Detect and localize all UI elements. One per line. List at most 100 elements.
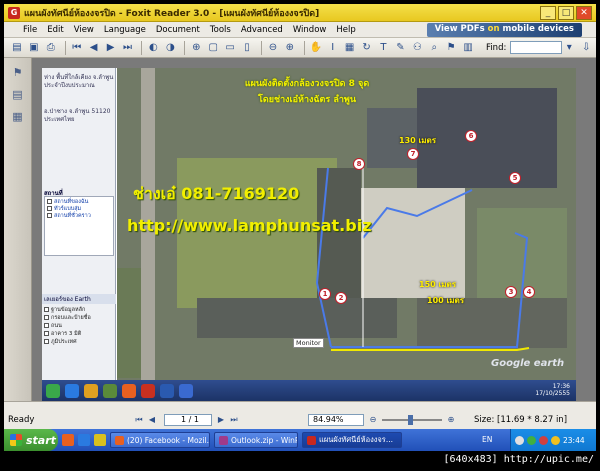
places-item-label: สถานที่ชั่วคราว — [54, 213, 91, 219]
tray-security-icon[interactable] — [539, 435, 548, 445]
menu-advanced[interactable]: Advanced — [236, 25, 288, 35]
layers-list: ฐานข้อมูลหลัก กรอบและป้ายชื่อ ถนน อาคาร … — [44, 306, 114, 346]
title-bar[interactable]: G แผนผังทัศนีย์ห้องงจรปิด - Foxit Reader… — [4, 4, 596, 22]
places-item-label: สถานที่ของฉัน — [54, 199, 89, 205]
zoom-level-field[interactable]: 84.94% — [308, 414, 364, 426]
hand-tool-icon[interactable]: ✋ — [309, 41, 323, 55]
layer-item: กรอบและป้ายชื่อ — [44, 314, 114, 322]
foxit-icon — [307, 435, 316, 445]
next-page-button[interactable]: ▶ — [216, 415, 226, 425]
prev-page-button[interactable]: ◀ — [147, 415, 157, 425]
search-icon[interactable]: ⌕ — [427, 41, 441, 55]
close-button[interactable]: ✕ — [576, 5, 592, 20]
properties-icon[interactable]: ▥ — [461, 41, 475, 55]
zoom-out-icon[interactable]: ⊖ — [266, 41, 280, 55]
camera-marker: 2 — [335, 292, 347, 304]
embedded-clock-time: 17:36 — [552, 383, 570, 390]
typewriter-icon[interactable]: T — [377, 41, 391, 55]
save-icon[interactable]: ▣ — [27, 41, 41, 55]
forward-icon[interactable]: ◑ — [163, 41, 177, 55]
zoom-in-icon[interactable]: ⊕ — [189, 41, 203, 55]
tray-volume-icon[interactable] — [551, 435, 560, 445]
system-tray: 23:44 — [510, 429, 596, 451]
promo-suffix: mobile devices — [499, 24, 574, 34]
open-icon[interactable]: ▤ — [10, 41, 24, 55]
menu-edit[interactable]: Edit — [42, 25, 68, 35]
status-bar: Ready ⏮ ◀ 1 / 1 ▶ ⏭ 84.94% ⊖ ⊕ Size: [11… — [4, 401, 596, 429]
task-facebook[interactable]: (20) Facebook - Mozil... — [110, 432, 210, 448]
task-label: (20) Facebook - Mozil... — [127, 435, 210, 445]
contact-phone: ช่างเอ๋ 081-7169120 — [133, 184, 300, 203]
layer-item-label: กรอบและป้ายชื่อ — [51, 315, 91, 321]
checkbox-icon — [44, 307, 49, 312]
menu-document[interactable]: Document — [151, 25, 205, 35]
last-page-icon[interactable]: ⏭ — [121, 41, 135, 55]
ie-quicklaunch-icon[interactable] — [78, 434, 90, 446]
task-foxit[interactable]: แผนผังทัศนีย์ห้องงจร... — [302, 432, 402, 448]
side-panel: ⚑ ▤ ▦ — [4, 58, 32, 401]
first-page-icon[interactable]: ⏮ — [70, 41, 84, 55]
bookmarks-panel-icon[interactable]: ⚑ — [10, 64, 26, 80]
prev-page-icon[interactable]: ◀ — [87, 41, 101, 55]
actual-size-icon[interactable]: ▯ — [240, 41, 254, 55]
layers-heading: เลเยอร์ของ Earth — [42, 294, 116, 304]
find-next-icon[interactable]: ⇩ — [579, 41, 593, 55]
embedded-taskbar: 17:36 17/10/2555 — [42, 380, 576, 401]
satellite-map: แผนผังติดตั้งกล้องวงจรปิด 8 จุด โดยช่างเ… — [117, 68, 576, 401]
taskbar-clock[interactable]: 23:44 — [563, 436, 585, 445]
trees — [117, 268, 141, 378]
screen-frame: G แผนผังทัศนีย์ห้องงจรปิด - Foxit Reader… — [0, 0, 600, 471]
map-title-line-2: โดยช่างเอ๋ห้างฉัตร ลำพูน — [258, 95, 356, 105]
page-number-field[interactable]: 1 / 1 — [164, 414, 212, 426]
tray-app-icon[interactable] — [515, 435, 524, 445]
ie-icon — [65, 383, 79, 398]
first-page-button[interactable]: ⏮ — [134, 415, 144, 425]
language-indicator[interactable]: EN — [482, 435, 492, 444]
menu-view[interactable]: View — [69, 25, 99, 35]
mobile-promo-banner[interactable]: View PDFs on mobile devices — [426, 23, 582, 37]
bookmark-icon[interactable]: ⚑ — [444, 41, 458, 55]
binoculars-icon[interactable]: ⚇ — [410, 41, 424, 55]
menu-tools[interactable]: Tools — [205, 25, 236, 35]
last-page-button[interactable]: ⏭ — [229, 415, 239, 425]
zoom-slider-thumb[interactable] — [408, 415, 413, 425]
fit-width-icon[interactable]: ▭ — [223, 41, 237, 55]
find-dropdown-icon[interactable]: ▾ — [562, 41, 576, 55]
next-page-icon[interactable]: ▶ — [104, 41, 118, 55]
foxit-icon: G — [8, 6, 20, 19]
snapshot-icon[interactable]: ▦ — [343, 41, 357, 55]
menu-file[interactable]: File — [18, 25, 42, 35]
distance-label: 100 เมตร — [427, 296, 464, 305]
minimize-button[interactable]: _ — [540, 5, 556, 20]
layers-panel-icon[interactable]: ▦ — [10, 108, 26, 124]
maximize-button[interactable]: □ — [558, 5, 574, 20]
rotate-icon[interactable]: ↻ — [360, 41, 374, 55]
task-winrar[interactable]: Outlook.zip - WinRAR — [214, 432, 298, 448]
find-input[interactable] — [510, 41, 563, 54]
menu-window[interactable]: Window — [288, 25, 332, 35]
checkbox-icon — [47, 199, 52, 204]
menu-language[interactable]: Language — [99, 25, 151, 35]
document-area[interactable]: ห่าง พื้นที่ใกล้เคียง จ.ลำพูน ประจำปีงบป… — [32, 58, 596, 401]
firefox-quicklaunch-icon[interactable] — [62, 434, 74, 446]
start-button[interactable]: start — [4, 429, 58, 451]
zoom-plus-icon[interactable]: ⊕ — [283, 41, 297, 55]
camera-marker: 8 — [353, 158, 365, 170]
zoom-out-button[interactable]: ⊖ — [368, 415, 378, 425]
note-icon[interactable]: ✎ — [393, 41, 407, 55]
tray-network-icon[interactable] — [527, 435, 536, 445]
zoom-in-button[interactable]: ⊕ — [446, 415, 456, 425]
fit-page-icon[interactable]: ▢ — [206, 41, 220, 55]
desktop-quicklaunch-icon[interactable] — [94, 434, 106, 446]
menu-help[interactable]: Help — [331, 25, 360, 35]
app-icon — [141, 383, 155, 398]
checkbox-icon — [44, 315, 49, 320]
start-orb-icon — [46, 383, 60, 398]
google-earth-icon — [179, 383, 193, 398]
back-icon[interactable]: ◐ — [146, 41, 160, 55]
pages-panel-icon[interactable]: ▤ — [10, 86, 26, 102]
page-size-label: Size: [11.69 * 8.27 in] — [474, 415, 568, 425]
select-text-icon[interactable]: I — [326, 41, 340, 55]
print-icon[interactable]: ⎙ — [44, 41, 58, 55]
status-text: Ready — [8, 415, 35, 425]
